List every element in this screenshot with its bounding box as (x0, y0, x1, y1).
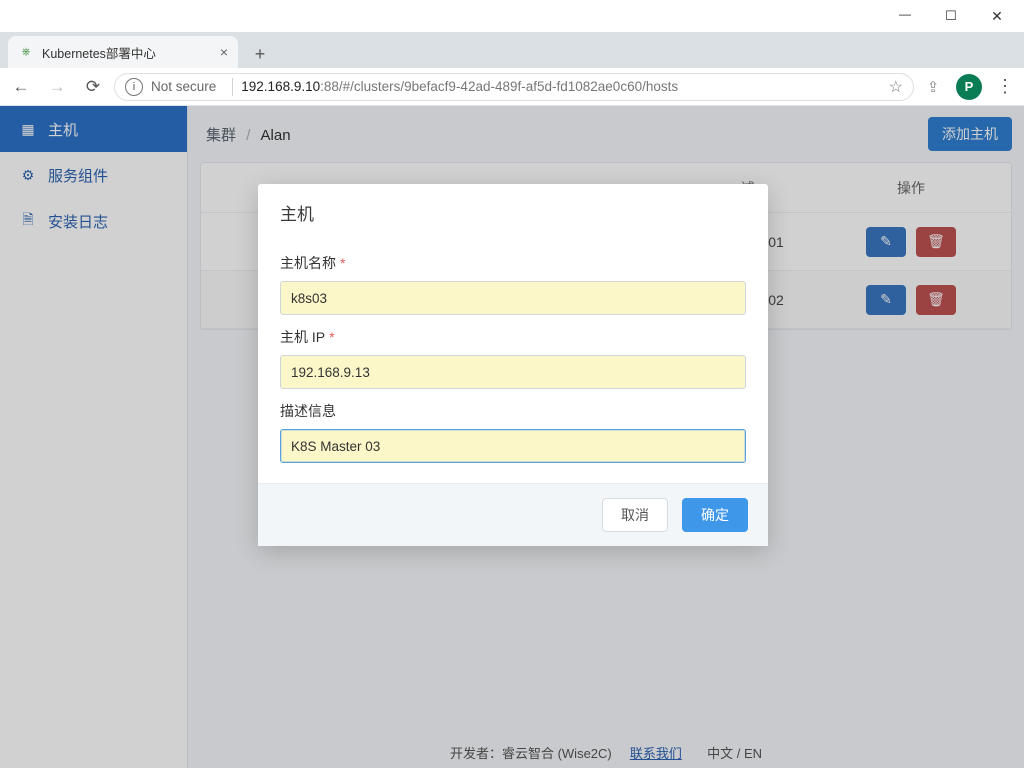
browser-tab-title: Kubernetes部署中心 (42, 43, 156, 62)
modal-body: 主机名称* 主机 IP* 描述信息 (258, 235, 768, 483)
modal-footer: 取消 确定 (258, 483, 768, 546)
modal-title: 主机 (258, 184, 768, 235)
url-path: :88/#/clusters/9befacf9-42ad-489f-af5d-f… (320, 79, 678, 94)
profile-avatar[interactable]: P (956, 74, 982, 100)
not-secure-label: Not secure (151, 79, 216, 94)
host-name-input[interactable] (280, 281, 746, 315)
browser-tab[interactable]: ⎈ Kubernetes部署中心 × (8, 36, 238, 68)
window-close-button[interactable] (974, 0, 1020, 32)
field-label: 主机名称* (280, 253, 746, 273)
site-info-icon[interactable]: i (125, 78, 143, 96)
browser-tabstrip: ⎈ Kubernetes部署中心 × + (0, 32, 1024, 68)
address-bar[interactable]: i Not secure 192.168.9.10 :88/#/clusters… (114, 73, 914, 101)
host-ip-input[interactable] (280, 355, 746, 389)
browser-toolbar: ← → ⟳ i Not secure 192.168.9.10 :88/#/cl… (0, 68, 1024, 106)
browser-menu-button[interactable]: ⋮ (992, 76, 1018, 97)
nav-forward-button[interactable]: → (42, 72, 72, 102)
new-tab-button[interactable]: + (246, 40, 274, 68)
host-desc-input[interactable] (280, 429, 746, 463)
bookmark-star-icon[interactable]: ☆ (889, 77, 903, 97)
required-mark: * (329, 329, 334, 345)
nav-back-button[interactable]: ← (6, 72, 36, 102)
required-mark: * (340, 255, 345, 271)
tab-close-icon[interactable]: × (210, 44, 228, 60)
k8s-favicon-icon: ⎈ (18, 44, 34, 60)
addr-separator (232, 78, 233, 96)
field-host-ip: 主机 IP* (280, 327, 746, 389)
field-label: 主机 IP* (280, 327, 746, 347)
window-maximize-button[interactable] (928, 0, 974, 32)
cancel-button[interactable]: 取消 (602, 498, 668, 532)
add-host-modal: 主机 主机名称* 主机 IP* 描述信息 取消 确定 (258, 184, 768, 546)
field-host-name: 主机名称* (280, 253, 746, 315)
field-host-desc: 描述信息 (280, 401, 746, 463)
share-icon[interactable]: ⇪ (920, 78, 946, 96)
nav-reload-button[interactable]: ⟳ (78, 72, 108, 102)
field-label: 描述信息 (280, 401, 746, 421)
window-titlebar (0, 0, 1024, 32)
url-host: 192.168.9.10 (241, 79, 320, 94)
confirm-button[interactable]: 确定 (682, 498, 748, 532)
window-minimize-button[interactable] (882, 0, 928, 32)
